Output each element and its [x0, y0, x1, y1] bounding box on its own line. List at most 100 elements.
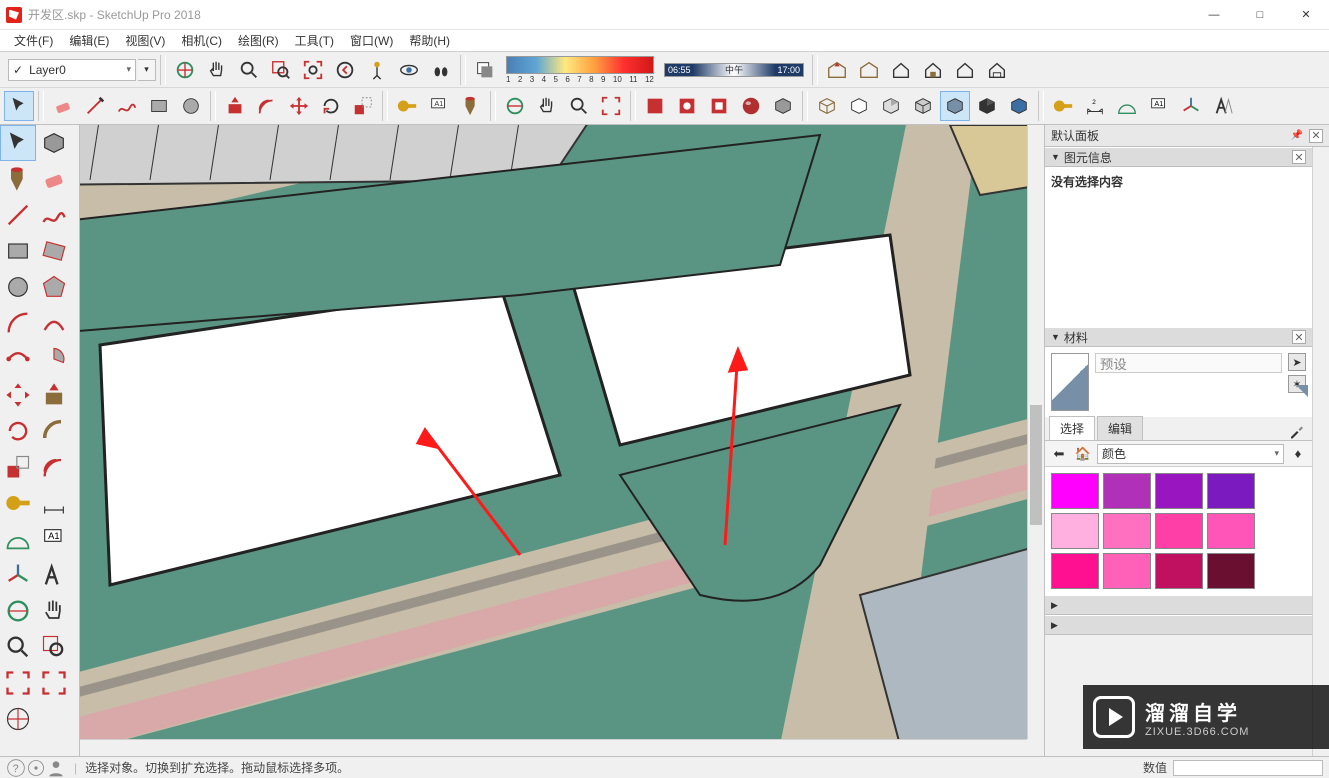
dimension-tool[interactable]: 2: [1080, 91, 1110, 121]
lt-select[interactable]: [0, 125, 36, 161]
menu-help[interactable]: 帮助(H): [401, 30, 458, 51]
text-tool[interactable]: A1: [424, 91, 454, 121]
home-iso-button[interactable]: [918, 55, 948, 85]
select-tool[interactable]: [4, 91, 34, 121]
material-category-dropdown[interactable]: 颜色 ▾: [1097, 444, 1284, 464]
lt-3dtext[interactable]: [36, 557, 72, 593]
walk-tool[interactable]: [426, 55, 456, 85]
viewport-horizontal-scrollbar[interactable]: [80, 739, 1027, 756]
menu-window[interactable]: 窗口(W): [342, 30, 401, 51]
collapsed-panel-1[interactable]: ▶: [1045, 595, 1312, 615]
move-tool[interactable]: [284, 91, 314, 121]
lt-freehand[interactable]: [36, 197, 72, 233]
shadow-toggle[interactable]: [470, 55, 500, 85]
geo-icon[interactable]: [26, 758, 46, 778]
style-wireframe[interactable]: [812, 91, 842, 121]
lt-move[interactable]: [0, 377, 36, 413]
offset-tool[interactable]: [252, 91, 282, 121]
lt-tool-extra2[interactable]: [36, 701, 72, 737]
lt-orbit[interactable]: [0, 593, 36, 629]
lt-dimension[interactable]: [36, 485, 72, 521]
help-icon[interactable]: ?: [6, 758, 26, 778]
swatch[interactable]: [1155, 473, 1203, 509]
swatch[interactable]: [1051, 553, 1099, 589]
warehouse-share-button[interactable]: [854, 55, 884, 85]
lt-rotated-rect[interactable]: [36, 233, 72, 269]
scale-tool[interactable]: [348, 91, 378, 121]
lt-tool-extra[interactable]: [0, 701, 36, 737]
circle-tool[interactable]: [176, 91, 206, 121]
swatch[interactable]: [1103, 513, 1151, 549]
swatch[interactable]: [1207, 513, 1255, 549]
material-preview[interactable]: [1051, 353, 1089, 411]
line-tool[interactable]: [80, 91, 110, 121]
menu-draw[interactable]: 绘图(R): [230, 30, 287, 51]
swatch[interactable]: [1155, 553, 1203, 589]
tray-close-icon[interactable]: ✕: [1309, 129, 1323, 143]
swatch[interactable]: [1051, 513, 1099, 549]
lt-next-view[interactable]: [36, 665, 72, 701]
orbit-tool-2[interactable]: [500, 91, 530, 121]
pan-tool[interactable]: [202, 55, 232, 85]
swatch[interactable]: [1051, 473, 1099, 509]
tray-title[interactable]: 默认面板 📌 ✕: [1045, 125, 1329, 147]
entity-close-icon[interactable]: ✕: [1292, 150, 1306, 164]
material-send-icon[interactable]: ➤: [1288, 353, 1306, 371]
home-side-button[interactable]: [982, 55, 1012, 85]
tape-tool[interactable]: [392, 91, 422, 121]
eraser-tool[interactable]: [48, 91, 78, 121]
tape-measure-2[interactable]: [1048, 91, 1078, 121]
paint-tool[interactable]: [456, 91, 486, 121]
viewport[interactable]: [80, 125, 1044, 756]
details-icon[interactable]: ♦: [1288, 444, 1308, 464]
menu-view[interactable]: 视图(V): [117, 30, 173, 51]
look-around-tool[interactable]: [394, 55, 424, 85]
zoom-extents-2[interactable]: [596, 91, 626, 121]
measure-input[interactable]: [1173, 760, 1323, 776]
lt-pushpull[interactable]: [36, 377, 72, 413]
swatch[interactable]: [1155, 513, 1203, 549]
style-back[interactable]: [1004, 91, 1034, 121]
back-icon[interactable]: ⬅: [1049, 444, 1069, 464]
lt-zoom-window[interactable]: [36, 629, 72, 665]
plugin-cube[interactable]: [768, 91, 798, 121]
style-hidden[interactable]: [844, 91, 874, 121]
menu-file[interactable]: 文件(F): [6, 30, 61, 51]
layer-manager-button[interactable]: ▾: [138, 59, 156, 81]
freehand-tool[interactable]: [112, 91, 142, 121]
lt-circle[interactable]: [0, 269, 36, 305]
materials-header[interactable]: ▼ 材料 ✕: [1045, 327, 1312, 347]
lt-text[interactable]: A1: [36, 521, 72, 557]
lt-paint[interactable]: [0, 161, 36, 197]
collapsed-panel-2[interactable]: ▶: [1045, 615, 1312, 635]
swatch[interactable]: [1103, 473, 1151, 509]
lt-prev-view[interactable]: [0, 665, 36, 701]
person-icon[interactable]: [46, 758, 66, 778]
zoom-tool-2[interactable]: [564, 91, 594, 121]
previous-view[interactable]: [330, 55, 360, 85]
lt-followme[interactable]: [36, 413, 72, 449]
style-mono[interactable]: [940, 91, 970, 121]
text-label-tool[interactable]: A1: [1144, 91, 1174, 121]
viewport-vertical-scrollbar[interactable]: [1027, 125, 1044, 739]
lt-pan[interactable]: [36, 593, 72, 629]
swatch[interactable]: [1207, 553, 1255, 589]
tab-edit[interactable]: 编辑: [1097, 416, 1143, 440]
home-front-button[interactable]: [950, 55, 980, 85]
shadow-time-slider[interactable]: 06:55 中午 17:00: [664, 63, 804, 77]
lt-line[interactable]: [0, 197, 36, 233]
maximize-button[interactable]: □: [1237, 0, 1283, 30]
menu-tools[interactable]: 工具(T): [287, 30, 342, 51]
pushpull-tool[interactable]: [220, 91, 250, 121]
close-button[interactable]: ✕: [1283, 0, 1329, 30]
menu-edit[interactable]: 编辑(E): [61, 30, 117, 51]
axes-tool[interactable]: [1176, 91, 1206, 121]
lt-rectangle[interactable]: [0, 233, 36, 269]
minimize-button[interactable]: —: [1191, 0, 1237, 30]
zoom-window-tool[interactable]: [266, 55, 296, 85]
tab-select[interactable]: 选择: [1049, 416, 1095, 440]
plugin-sphere[interactable]: [736, 91, 766, 121]
shadow-month-slider[interactable]: 123456789101112: [506, 56, 654, 84]
rectangle-tool[interactable]: [144, 91, 174, 121]
style-shaded-tex[interactable]: [908, 91, 938, 121]
